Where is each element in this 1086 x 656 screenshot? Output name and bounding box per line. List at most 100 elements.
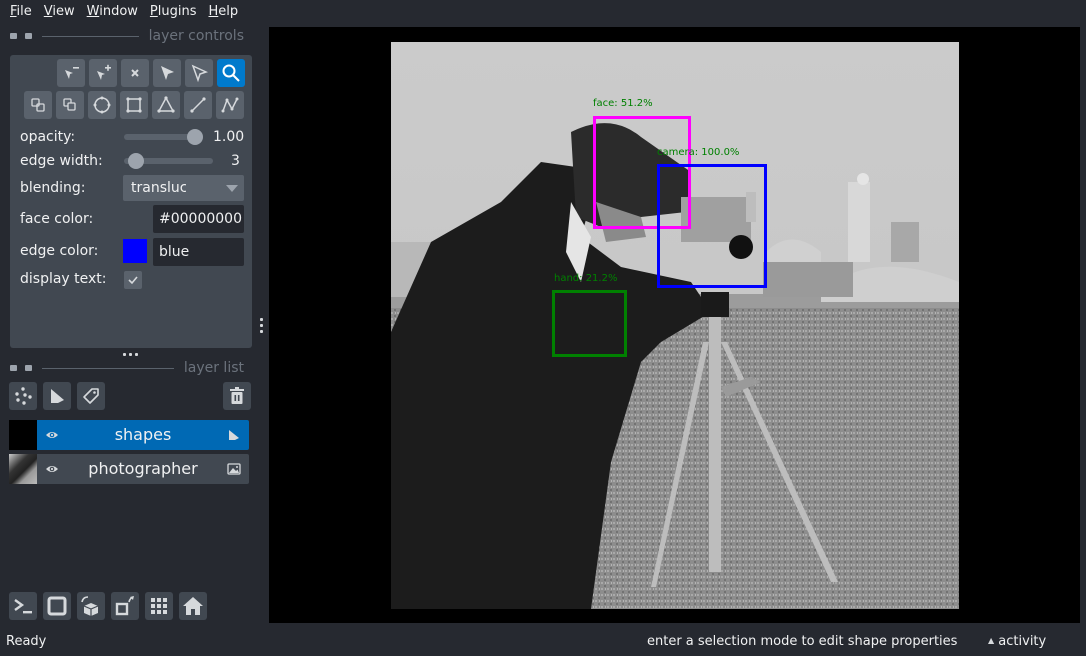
menu-plugins-label: lugins [157,4,197,19]
edge-color-swatch[interactable] [123,239,147,263]
points-icon [15,387,32,405]
status-bar: Ready enter a selection mode to edit sha… [0,628,1086,656]
menubar: File View Window Plugins Help [0,0,1086,24]
add-polygon-button[interactable] [152,91,180,119]
console-icon [14,599,32,614]
dock-float-icon[interactable] [25,33,32,39]
edge-color-input[interactable]: blue [153,238,244,266]
line-icon [190,97,206,113]
transpose-icon [115,596,134,616]
grid-icon [151,598,167,614]
dock-splitter-handle[interactable] [123,353,138,356]
move-front-button[interactable] [56,91,84,119]
home-button[interactable] [179,592,207,620]
opacity-slider[interactable] [124,129,203,145]
layer-row-shapes[interactable]: shapes [9,420,249,450]
edge-width-label: edge width: [20,153,103,169]
layer-name: shapes [114,425,172,444]
blending-dropdown[interactable]: translucent [123,175,244,201]
title-divider [42,35,139,37]
tool-row-2 [24,91,244,119]
menu-file[interactable]: File [4,0,38,24]
direct-select-icon [191,64,209,83]
viewer-canvas[interactable]: face: 51.2% camera: 100.0% hand: 21.2% [269,27,1080,623]
add-path-button[interactable] [216,91,244,119]
menu-file-label: ile [16,4,32,19]
select-arrow-icon [161,66,174,80]
select-button[interactable] [153,59,181,87]
menu-window-mnemonic: W [86,4,100,19]
layer-item-body[interactable]: shapes [37,420,249,450]
pan-zoom-button[interactable] [217,59,245,87]
menu-view[interactable]: View [38,0,81,24]
layer-thumbnail [9,420,37,450]
ndisplay-toggle-button[interactable] [43,592,71,620]
blending-value: translucent [131,180,211,196]
checkmark-icon [128,276,138,285]
canvas-splitter-handle[interactable] [260,318,263,333]
new-points-layer-button[interactable] [9,382,37,410]
opacity-label: opacity: [20,129,76,145]
home-icon [183,597,203,615]
layer-name: photographer [88,459,198,478]
add-line-button[interactable] [184,91,212,119]
delete-shape-button[interactable] [121,59,149,87]
remove-vertex-button[interactable] [57,59,85,87]
activity-button[interactable]: ▲ activity [988,634,1046,649]
display-text-label: display text: [20,271,107,287]
grid-mode-button[interactable] [145,592,173,620]
bbox-camera[interactable] [657,164,767,288]
opacity-slider-handle[interactable] [187,129,203,145]
menu-window-label: indow [99,4,138,19]
dock-close-icon[interactable] [10,33,17,39]
dock-close-icon[interactable] [10,365,17,371]
edge-color-label: edge color: [20,243,99,259]
roll-cube-icon [81,596,99,616]
move-back-button[interactable] [24,91,52,119]
layer-list-title: layer list [183,360,244,376]
edge-width-slider[interactable] [124,153,213,169]
layer-row-photographer[interactable]: photographer [9,454,249,484]
new-shapes-layer-button[interactable] [43,382,71,410]
tag-icon [83,388,99,404]
dock-float-icon[interactable] [25,365,32,371]
layer-item-body[interactable]: photographer [37,454,249,484]
remove-vertex-icon [65,67,79,79]
square-icon [47,596,67,616]
layer-list-titlebar: layer list [0,359,258,377]
caret-up-icon: ▲ [988,636,995,645]
add-rectangle-button[interactable] [120,91,148,119]
console-button[interactable] [9,592,37,620]
move-front-icon [63,98,76,111]
direct-select-button[interactable] [185,59,213,87]
blending-label: blending: [20,180,86,196]
opacity-value: 1.00 [213,129,245,145]
move-back-icon [31,98,45,112]
add-ellipse-button[interactable] [88,91,116,119]
delete-shape-icon [131,69,139,77]
zoom-icon [222,64,240,82]
add-vertex-button[interactable] [89,59,117,87]
transpose-dims-button[interactable] [111,592,139,620]
face-color-label: face color: [20,211,94,227]
face-color-input[interactable]: #00000000 [153,205,244,233]
roll-dims-button[interactable] [77,592,105,620]
add-vertex-icon [97,64,111,80]
menu-help-mnemonic: H [208,4,219,19]
menu-view-label: iew [52,4,75,19]
layer-controls-titlebar: layer controls [0,27,258,45]
display-text-checkbox[interactable] [124,271,142,289]
layer-controls-title: layer controls [148,28,244,44]
delete-layer-button[interactable] [223,382,251,410]
menu-help[interactable]: Help [203,0,245,24]
status-ready: Ready [6,634,47,649]
edge-width-slider-handle[interactable] [128,153,144,169]
polygon-icon [157,96,175,113]
bbox-hand[interactable] [552,290,627,357]
shapes-layer-type-icon [229,430,239,440]
menu-plugins[interactable]: Plugins [144,0,203,24]
layer-thumbnail [9,454,37,484]
new-labels-layer-button[interactable] [77,382,105,410]
ellipse-icon [93,96,111,114]
menu-window[interactable]: Window [81,0,144,24]
